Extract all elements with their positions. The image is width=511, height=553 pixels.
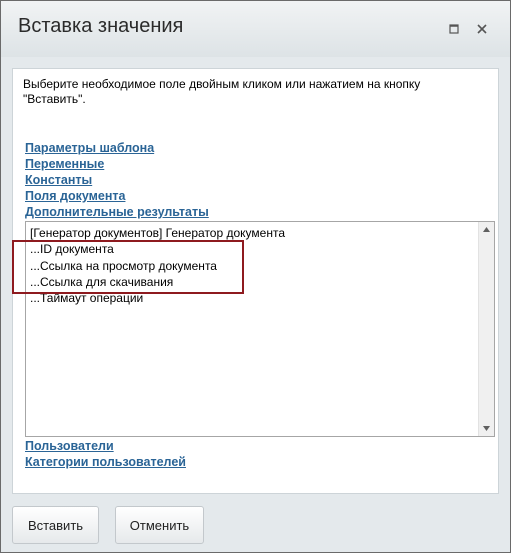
dialog-title: Вставка значения: [18, 15, 184, 37]
close-icon[interactable]: [474, 21, 490, 37]
insert-value-dialog: Вставка значения Выберите необходимое по…: [0, 0, 511, 553]
insert-button[interactable]: Вставить: [12, 506, 99, 544]
results-listbox[interactable]: [Генератор документов] Генератор докумен…: [25, 221, 495, 437]
list-item-generator[interactable]: [Генератор документов] Генератор докумен…: [30, 226, 285, 241]
link-variables[interactable]: Переменные: [25, 157, 104, 171]
dialog-content: Выберите необходимое поле двойным кликом…: [12, 68, 499, 494]
link-users[interactable]: Пользователи: [25, 439, 114, 453]
list-item-timeout[interactable]: ...Таймаут операции: [30, 291, 143, 306]
link-user-categories[interactable]: Категории пользователей: [25, 455, 186, 469]
cancel-button[interactable]: Отменить: [115, 506, 204, 544]
list-item-download-link[interactable]: ...Ссылка для скачивания: [30, 275, 173, 290]
scroll-down-icon[interactable]: [479, 421, 494, 436]
listbox-scrollbar[interactable]: [478, 222, 494, 436]
link-constants[interactable]: Константы: [25, 173, 92, 187]
link-template-params[interactable]: Параметры шаблона: [25, 141, 154, 155]
scroll-up-icon[interactable]: [479, 222, 494, 237]
list-item-document-id[interactable]: ...ID документа: [30, 242, 114, 257]
link-additional-results[interactable]: Дополнительные результаты: [25, 205, 209, 219]
link-document-fields[interactable]: Поля документа: [25, 189, 125, 203]
maximize-icon[interactable]: [446, 21, 462, 37]
dialog-titlebar: Вставка значения: [1, 1, 510, 57]
list-item-view-link[interactable]: ...Ссылка на просмотр документа: [30, 259, 217, 274]
hint-text: Выберите необходимое поле двойным кликом…: [23, 77, 421, 106]
